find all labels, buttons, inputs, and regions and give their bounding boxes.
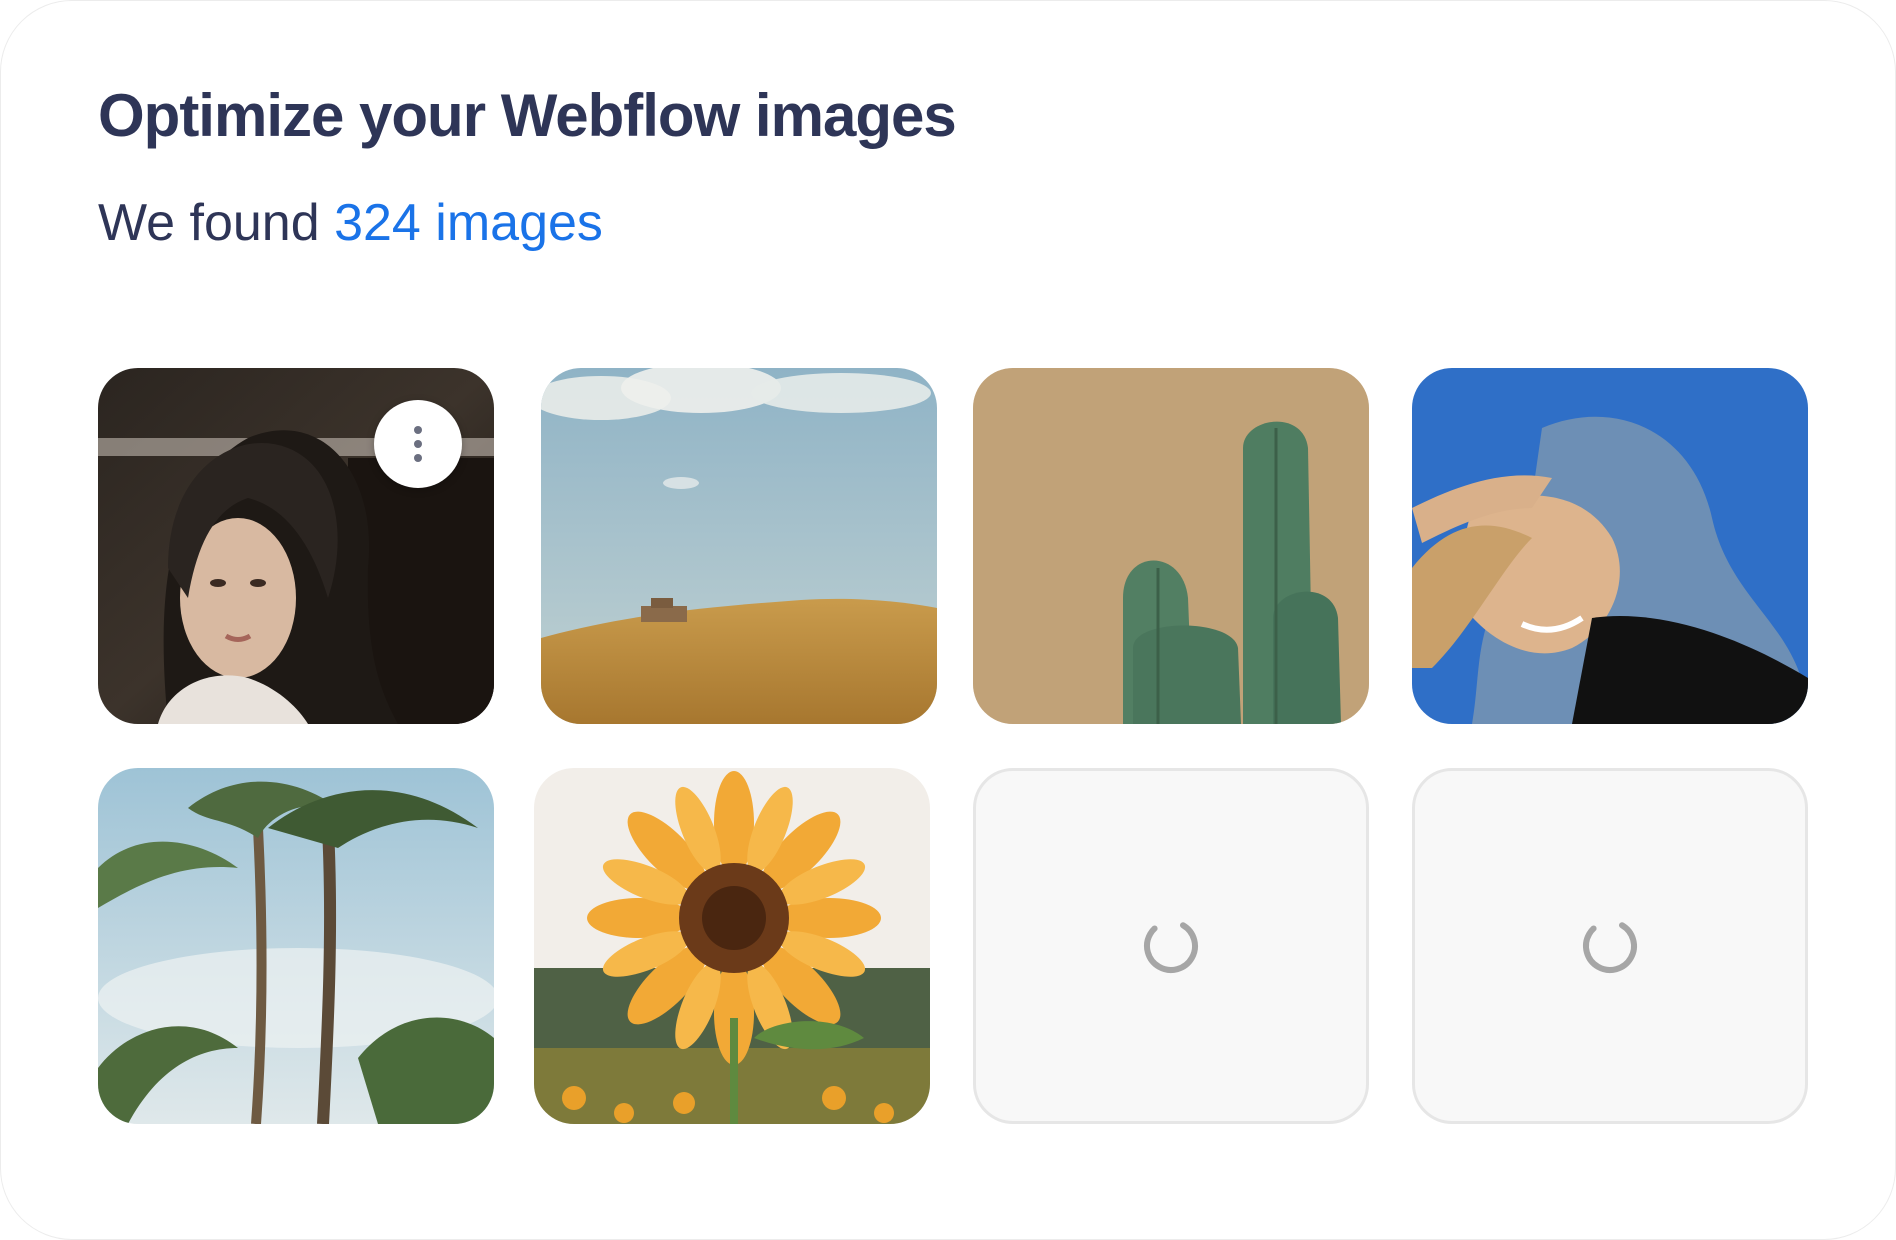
sunflower-image <box>534 768 930 1124</box>
image-tile-palms[interactable] <box>98 768 494 1124</box>
landscape-image <box>541 368 937 724</box>
page-title: Optimize your Webflow images <box>98 82 957 149</box>
image-count-text: We found 324 images <box>98 193 603 253</box>
subtitle-prefix: We found <box>98 194 335 252</box>
image-tile-loading-1 <box>973 768 1369 1124</box>
image-tile-denim[interactable] <box>1412 368 1808 724</box>
loading-spinner-icon <box>1583 919 1637 973</box>
image-tile-sunflower[interactable] <box>534 768 930 1124</box>
palm-trees-image <box>98 768 494 1124</box>
image-optimizer-card: Optimize your Webflow images We found 32… <box>0 0 1896 1240</box>
more-vertical-icon-dot <box>414 454 422 462</box>
image-tile-cactus[interactable] <box>973 368 1369 724</box>
denim-jacket-image <box>1412 368 1808 724</box>
image-menu-button[interactable] <box>374 400 462 488</box>
image-tile-portrait[interactable] <box>98 368 494 724</box>
loading-spinner-icon <box>1144 919 1198 973</box>
more-vertical-icon <box>414 426 422 434</box>
more-vertical-icon-dot <box>414 440 422 448</box>
cactus-image <box>973 368 1369 724</box>
image-count-link[interactable]: 324 images <box>334 194 603 252</box>
image-tile-landscape[interactable] <box>541 368 937 724</box>
image-tile-loading-2 <box>1412 768 1808 1124</box>
